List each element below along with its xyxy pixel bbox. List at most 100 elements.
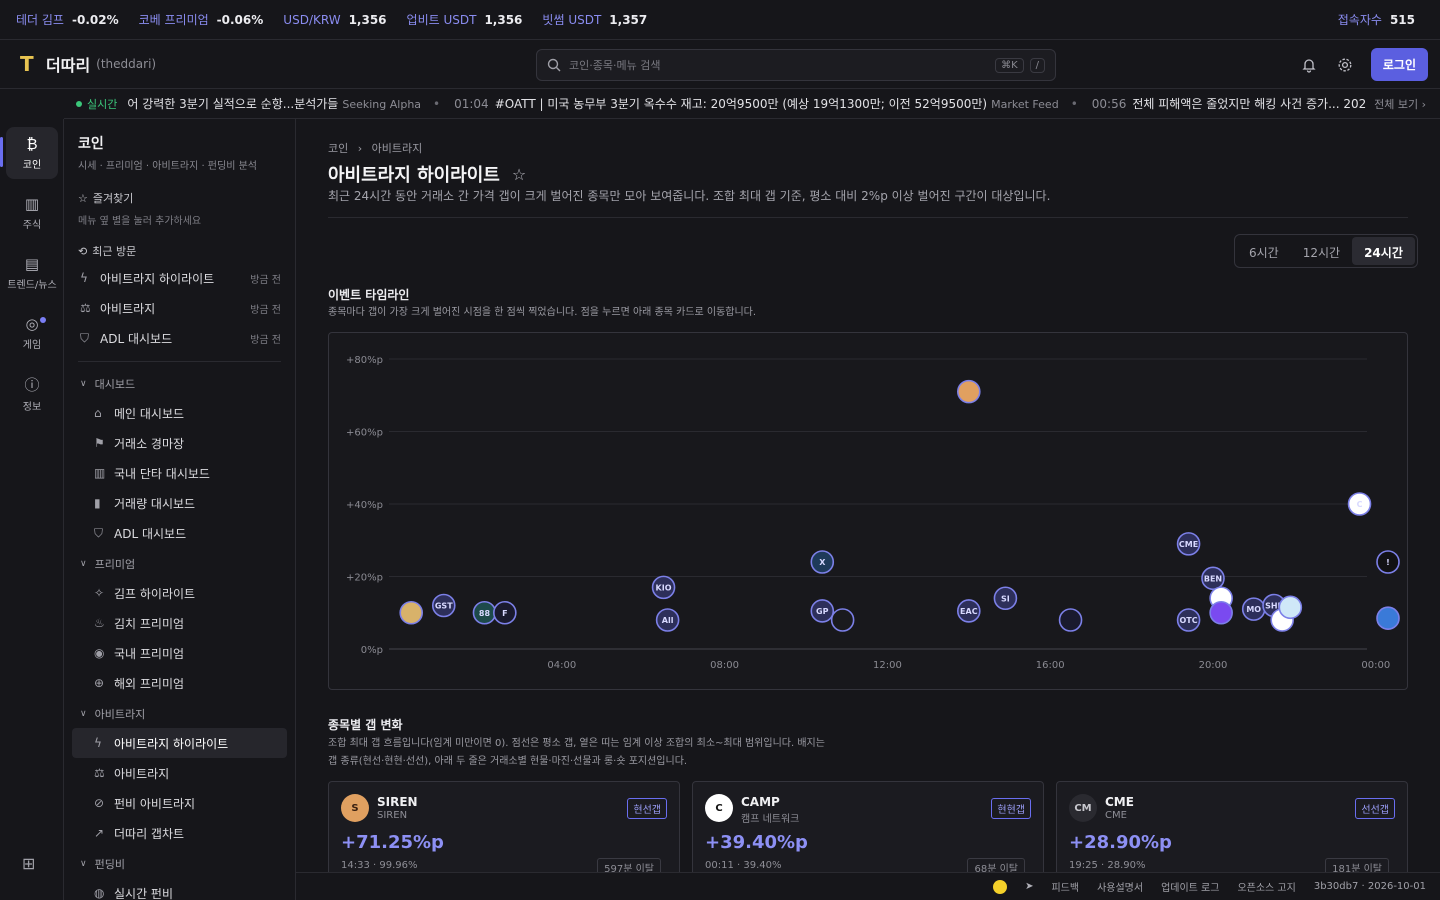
ticker-coinbase-premium: 코베 프리미엄 -0.06% bbox=[138, 12, 264, 28]
coin-name: CAMP bbox=[741, 795, 780, 809]
favorite-star-icon[interactable]: ☆ bbox=[512, 165, 526, 184]
range-6h[interactable]: 6시간 bbox=[1237, 237, 1291, 265]
recent-item[interactable]: ⚖ 아비트라지 방금 전 bbox=[64, 293, 295, 323]
y-tick-label: +20%p bbox=[346, 573, 383, 584]
rail-item-stock[interactable]: ▥ 주식 bbox=[6, 187, 58, 239]
nav-exchange-race[interactable]: ⚑ 거래소 경마장 bbox=[64, 428, 295, 458]
range-24h[interactable]: 24시간 bbox=[1352, 237, 1415, 265]
coin-card[interactable]: CM CME CME 선선갭 +28.90%p 19:25 · 28.90% 1… bbox=[1056, 781, 1408, 872]
percent-icon: ⊘ bbox=[94, 796, 105, 810]
news-separator: • bbox=[433, 96, 441, 111]
deviation-badge: 181분 이탈 bbox=[1325, 858, 1389, 872]
event-point[interactable] bbox=[830, 608, 855, 632]
coin-name: CME bbox=[1105, 795, 1134, 809]
news-item[interactable]: 어 강력한 3분기 실적으로 순항...분석가들 Seeking Alpha bbox=[127, 95, 421, 112]
rail-item-news[interactable]: ▤ 트렌드/뉴스 bbox=[6, 247, 58, 299]
footer: ➤ 피드백 사용설명서 업데이트 로그 오픈소스 고지 3b30db7 · 20… bbox=[296, 872, 1440, 900]
gap-meta: 19:25 · 28.90% bbox=[1069, 860, 1146, 871]
event-point[interactable] bbox=[1209, 600, 1233, 625]
flame-icon: ♨ bbox=[94, 616, 105, 630]
nav-overseas-premium[interactable]: ⊕ 해외 프리미엄 bbox=[64, 668, 295, 698]
gap-type-badge: 선선갭 bbox=[1355, 798, 1395, 819]
flag-icon: ⚑ bbox=[94, 436, 105, 450]
brand-subtitle: (theddari) bbox=[96, 57, 157, 71]
footer-manual-link[interactable]: 사용설명서 bbox=[1097, 879, 1143, 894]
chevron-right-icon: › bbox=[357, 142, 363, 155]
home-icon: ⌂ bbox=[94, 406, 102, 420]
search-input[interactable]: 코인·종목·메뉴 검색 ⌘K / bbox=[536, 49, 1056, 81]
rail-item-coin[interactable]: ₿ 코인 bbox=[6, 127, 58, 179]
event-point[interactable] bbox=[1376, 606, 1400, 630]
coin-avatar: CM bbox=[1069, 794, 1097, 822]
page-title: 아비트라지 하이라이트 ☆ bbox=[328, 164, 527, 187]
history-icon: ⟲ bbox=[78, 244, 88, 258]
nav-domestic-premium[interactable]: ◉ 국내 프리미엄 bbox=[64, 638, 295, 668]
news-ticker: 실시간 어 강력한 3분기 실적으로 순항...분석가들 Seeking Alph… bbox=[64, 89, 1440, 119]
kakao-icon[interactable] bbox=[993, 879, 1008, 894]
footer-changelog-link[interactable]: 업데이트 로그 bbox=[1161, 879, 1219, 894]
ticker-kimp: 테더 김프 -0.02% bbox=[16, 12, 119, 28]
map-pin-icon: ◉ bbox=[94, 646, 105, 660]
y-tick-label: +60%p bbox=[346, 428, 383, 439]
settings-gear-icon[interactable] bbox=[1329, 49, 1361, 81]
live-indicator: 실시간 bbox=[76, 96, 117, 112]
breadcrumb-item[interactable]: 코인 bbox=[328, 142, 348, 155]
news-item[interactable]: 00:56 전체 피해액은 줄었지만 해킹 사건 증가... 2026년 bbox=[1092, 95, 1385, 112]
view-all-news-link[interactable]: 전체 보기 › bbox=[1366, 96, 1426, 112]
event-point-label: GP bbox=[816, 607, 829, 616]
shortcut-slash: / bbox=[1029, 57, 1045, 73]
notification-bell-icon[interactable] bbox=[1293, 49, 1325, 81]
footer-opensource-link[interactable]: 오픈소스 고지 bbox=[1237, 879, 1295, 894]
rail-item-game[interactable]: ◎ 게임 bbox=[6, 307, 58, 359]
range-12h[interactable]: 12시간 bbox=[1291, 237, 1352, 265]
nav-arbitrage[interactable]: ⚖ 아비트라지 bbox=[64, 758, 295, 788]
ticker-bithumb-usdt: 빗썸 USDT 1,357 bbox=[542, 12, 648, 28]
rail-item-info[interactable]: ⓘ 정보 bbox=[6, 367, 58, 419]
nav-kimp-highlight[interactable]: ✧ 김프 하이라이트 bbox=[64, 578, 295, 608]
market-ticker-bar: 테더 김프 -0.02% 코베 프리미엄 -0.06% USD/KRW 1,356 업… bbox=[0, 0, 1440, 40]
nav-gap-chart[interactable]: ↗ 더따리 갭차트 bbox=[64, 818, 295, 848]
lightning-icon: ϟ bbox=[94, 736, 102, 750]
nav-funding-arbitrage[interactable]: ⊘ 펀비 아비트라지 bbox=[64, 788, 295, 818]
footer-feedback-link[interactable]: 피드백 bbox=[1051, 879, 1079, 894]
event-point-label: X bbox=[819, 558, 826, 567]
group-funding[interactable]: ∨ 펀딩비 bbox=[64, 850, 295, 878]
coin-card[interactable]: S SIREN SIREN 현선갭 +71.25%p 14:33 · 99.96… bbox=[328, 781, 680, 872]
chevron-down-icon: ∨ bbox=[80, 859, 87, 869]
nav-adl-dashboard[interactable]: ⛉ ADL 대시보드 bbox=[64, 518, 295, 548]
nav-daytrade-dashboard[interactable]: ▥ 국내 단타 대시보드 bbox=[64, 458, 295, 488]
rail-active-indicator bbox=[0, 137, 3, 167]
login-button[interactable]: 로그인 bbox=[1370, 48, 1428, 81]
group-arbitrage[interactable]: ∨ 아비트라지 bbox=[64, 700, 295, 728]
logo-icon[interactable]: T bbox=[20, 52, 36, 76]
coin-avatar: S bbox=[341, 794, 369, 822]
event-point[interactable] bbox=[956, 379, 981, 404]
brand-name[interactable]: 더따리 bbox=[46, 52, 90, 76]
gap-percent: +28.90%p bbox=[1069, 832, 1172, 853]
stock-chart-icon: ▥ bbox=[24, 195, 40, 213]
event-point[interactable] bbox=[1058, 608, 1083, 632]
gap-percent: +39.40%p bbox=[705, 832, 808, 853]
coin-card[interactable]: C CAMP 캠프 네트워크 현현갭 +39.40%p 00:11 · 39.4… bbox=[692, 781, 1044, 872]
star-icon: ☆ bbox=[78, 191, 88, 205]
group-premium[interactable]: ∨ 프리미엄 bbox=[64, 550, 295, 578]
nav-kimchi-premium[interactable]: ♨ 김치 프리미엄 bbox=[64, 608, 295, 638]
group-dashboard[interactable]: ∨ 대시보드 bbox=[64, 370, 295, 398]
event-point-label: 88 bbox=[479, 609, 491, 618]
event-point[interactable] bbox=[399, 600, 424, 625]
event-point-label: OTC bbox=[1180, 616, 1198, 625]
scale-icon: ⚖ bbox=[80, 301, 91, 315]
news-item[interactable]: 01:04 #OATT | 미국 농무부 3분기 옥수수 재고: 20억9500만… bbox=[454, 95, 1059, 112]
event-point[interactable] bbox=[1278, 595, 1303, 620]
nav-volume-dashboard[interactable]: ▮ 거래량 대시보드 bbox=[64, 488, 295, 518]
recent-item[interactable]: ⛉ ADL 대시보드 방금 전 bbox=[64, 323, 295, 353]
y-tick-label: +80%p bbox=[346, 355, 383, 366]
nav-arbitrage-highlight[interactable]: ϟ 아비트라지 하이라이트 bbox=[72, 728, 287, 758]
telegram-icon[interactable]: ➤ bbox=[1025, 881, 1033, 892]
recent-item[interactable]: ϟ 아비트라지 하이라이트 방금 전 bbox=[64, 263, 295, 293]
nav-main-dashboard[interactable]: ⌂ 메인 대시보드 bbox=[64, 398, 295, 428]
event-point-label: EAC bbox=[960, 607, 978, 616]
breadcrumb-item[interactable]: 아비트라지 bbox=[372, 142, 423, 155]
nav-realtime-funding[interactable]: ◍ 실시간 펀비 bbox=[64, 878, 295, 900]
apps-grid-icon[interactable]: ⊞ bbox=[22, 854, 40, 873]
